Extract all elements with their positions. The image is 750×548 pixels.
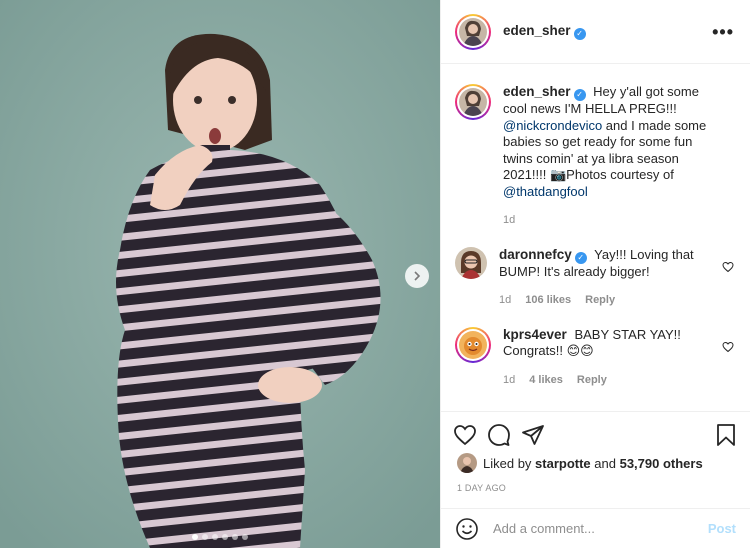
avatar[interactable] [455, 13, 491, 50]
avatar-image [459, 330, 487, 359]
carousel-dot [212, 534, 218, 540]
comment-username[interactable]: kprs4ever [503, 327, 567, 342]
share-button[interactable] [521, 423, 545, 447]
heart-icon[interactable] [722, 261, 734, 273]
more-options-icon[interactable]: ••• [712, 23, 734, 41]
comment-time[interactable]: 1d [499, 292, 511, 309]
photo-illustration [0, 0, 440, 548]
reply-button[interactable]: Reply [585, 292, 615, 309]
comment-button[interactable] [487, 423, 511, 447]
avatar[interactable] [455, 84, 491, 120]
post-button[interactable]: Post [708, 521, 736, 536]
comment-meta: 1d 106 likes Reply [499, 292, 724, 309]
carousel-dot [192, 534, 198, 540]
chevron-right-icon [414, 271, 421, 281]
likes-middle: and [590, 455, 620, 471]
likes-prefix: Liked by [483, 455, 532, 471]
smile-emoji: 😊😊 [566, 343, 594, 358]
comment-body: daronnefcy ✓ Yay!!! Loving that BUMP! It'… [499, 247, 734, 309]
comments-list[interactable]: eden_sher ✓ Hey y'all got some cool news … [441, 72, 750, 410]
avatar-image [455, 246, 487, 279]
comment-likes[interactable]: 4 likes [529, 372, 563, 389]
likes-summary: Liked by starpotte and 53,790 others [457, 453, 703, 473]
likes-count[interactable]: 53,790 others [620, 456, 703, 471]
verified-badge-icon: ✓ [573, 89, 586, 101]
header-username[interactable]: eden_sher ✓ [503, 23, 586, 40]
save-button[interactable] [714, 423, 738, 447]
camera-emoji: 📷 [549, 167, 567, 182]
post-photo[interactable] [0, 0, 440, 548]
heart-icon [454, 425, 476, 446]
comment-meta: 1d 4 likes Reply [503, 372, 724, 389]
avatar[interactable] [455, 326, 491, 363]
carousel-dot [232, 534, 238, 540]
like-button[interactable] [453, 423, 477, 447]
avatar-image [459, 88, 487, 116]
action-bar [441, 418, 750, 452]
comment-item: kprs4ever BABY STAR YAY!! Congrats!! 😊😊 … [441, 326, 750, 389]
mention-link[interactable]: @thatdangfool [503, 184, 588, 199]
avatar[interactable] [457, 453, 477, 473]
carousel-dot [222, 534, 228, 540]
bookmark-icon [717, 424, 735, 446]
comment-likes[interactable]: 106 likes [525, 292, 571, 309]
post-timestamp[interactable]: 1 DAY AGO [457, 483, 506, 493]
caption: eden_sher ✓ Hey y'all got some cool news … [441, 84, 750, 229]
reply-button[interactable]: Reply [577, 372, 607, 389]
comment-body: kprs4ever BABY STAR YAY!! Congrats!! 😊😊 … [503, 327, 734, 389]
heart-icon[interactable] [722, 341, 734, 353]
comment-time[interactable]: 1d [503, 372, 515, 389]
post-header: eden_sher ✓ ••• [441, 0, 750, 64]
carousel-dot [242, 534, 248, 540]
caption-line: Photos courtesy of [566, 167, 674, 182]
liker-username[interactable]: starpotte [535, 456, 591, 471]
carousel-dot [202, 534, 208, 540]
verified-badge-icon: ✓ [573, 28, 586, 40]
comment-item: daronnefcy ✓ Yay!!! Loving that BUMP! It'… [441, 246, 750, 309]
caption-time[interactable]: 1d [503, 212, 515, 229]
next-image-button[interactable] [405, 264, 429, 288]
add-comment-bar: Post [441, 508, 750, 548]
comment-username[interactable]: daronnefcy ✓ [499, 247, 587, 264]
avatar-image [459, 17, 487, 46]
divider [441, 411, 750, 412]
caption-username[interactable]: eden_sher ✓ [503, 84, 586, 101]
caption-text: eden_sher ✓ Hey y'all got some cool news … [503, 84, 734, 229]
avatar[interactable] [455, 246, 487, 279]
comment-bubble-icon [488, 424, 510, 446]
verified-badge-icon: ✓ [574, 251, 587, 264]
post-panel: eden_sher ✓ ••• eden_sher ✓ Hey y'all got … [440, 0, 750, 548]
paper-plane-icon [522, 425, 544, 445]
mention-link[interactable]: @nickcrondevico [503, 118, 602, 133]
carousel-indicator [0, 534, 440, 540]
comment-input[interactable] [493, 521, 708, 536]
avatar-image [457, 453, 477, 473]
smiley-icon[interactable] [455, 517, 479, 541]
caption-meta: 1d [503, 212, 724, 229]
